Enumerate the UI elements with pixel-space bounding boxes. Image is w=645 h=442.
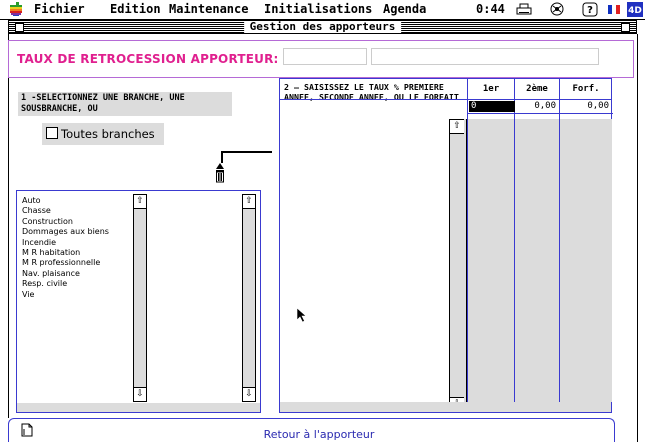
list-item[interactable]: Chasse [22,206,109,216]
menu-fichier[interactable]: Fichier [34,2,85,16]
row-separator [468,113,613,114]
zoom-box[interactable] [621,23,630,32]
all-branches-label: Toutes branches [61,127,155,141]
list-item[interactable]: Construction [22,217,109,227]
flag-fr-icon[interactable] [606,2,622,17]
branch-instruction: 1 -SELECTIONNEZ UNE BRANCHE, UNE SOUSBRA… [18,92,232,116]
header-separator [280,99,611,100]
column-header-2eme: 2ème [526,84,548,94]
all-branches-checkbox[interactable]: Toutes branches [42,123,164,145]
close-box[interactable] [15,23,24,32]
subbranch-list-scrollbar[interactable]: ⇧ ⇩ [242,194,256,402]
svg-text:?: ? [587,5,593,16]
window-title: Gestion des apporteurs [243,21,402,33]
rate-2eme-column[interactable] [515,119,559,402]
scroll-up-arrow-icon[interactable]: ⇧ [450,119,464,134]
list-item[interactable]: Auto [22,196,109,206]
rate-list[interactable] [282,119,465,412]
4d-app-icon[interactable]: 4D [627,2,643,17]
window-title-bar[interactable]: Gestion des apporteurs [8,20,637,34]
list-item[interactable]: Dommages aux biens [22,227,109,237]
menu-bar: Fichier Edition Maintenance Initialisati… [0,0,645,20]
apple-menu-icon[interactable] [8,1,24,17]
svg-text:4D: 4D [628,6,642,16]
bottom-bar: Retour à l'apporteur [8,418,615,442]
help-icon[interactable]: ? [582,2,598,17]
scroll-up-arrow-icon[interactable]: ⇧ [243,194,255,209]
mouse-cursor-icon [296,307,307,323]
return-to-apporteur-button[interactable]: Retour à l'apporteur [239,428,399,441]
printer-icon[interactable] [516,2,532,17]
menu-maintenance[interactable]: Maintenance [169,2,248,16]
list-item[interactable]: Nav. plaisance [22,269,109,279]
checkbox-icon[interactable] [46,127,58,139]
rate-header: TAUX DE RETROCESSION APPORTEUR: [8,40,634,78]
rate-2eme-input[interactable]: 0,00 [516,101,558,112]
rate-1er-input[interactable]: 0 [469,101,515,112]
apporteur-name-field[interactable] [371,48,599,65]
rate-forf-input[interactable]: 0,00 [561,101,611,112]
list-item[interactable]: Vie [22,290,109,300]
list-item[interactable]: M R professionnelle [22,258,109,268]
branches-panel: Auto Chasse Construction Dommages aux bi… [16,190,261,413]
window-right-border [637,34,645,442]
page-curl-icon[interactable] [21,423,33,437]
scroll-down-arrow-icon[interactable]: ⇩ [243,387,255,402]
network-icon[interactable] [549,2,565,17]
column-header-1er: 1er [482,84,500,94]
list-item[interactable]: Resp. civile [22,279,109,289]
list-item[interactable]: Incendie [22,238,109,248]
rate-forf-column[interactable] [560,119,612,402]
branch-list[interactable]: Auto Chasse Construction Dommages aux bi… [20,194,147,402]
connector-line [222,151,272,153]
apporteur-code-field[interactable] [283,48,367,65]
menu-agenda[interactable]: Agenda [383,2,426,16]
rate-1er-column[interactable] [468,119,514,402]
trash-icon[interactable] [213,163,227,183]
menu-edition[interactable]: Edition [110,2,161,16]
rates-footer [280,402,611,412]
rate-list-scrollbar[interactable]: ⇧ ⇩ [449,119,467,412]
rates-panel: 2 – SAISISSEZ LE TAUX % PREMIERE ANNEE, … [279,78,613,413]
menu-initialisations[interactable]: Initialisations [264,2,372,16]
connector-line [221,151,223,163]
column-header-forf: Forf. [572,84,600,94]
list-item[interactable]: M R habitation [22,248,109,258]
scroll-down-arrow-icon[interactable]: ⇩ [134,387,146,402]
branches-footer [17,403,260,412]
branch-list-scrollbar[interactable]: ⇧ ⇩ [133,194,147,402]
rate-header-label: TAUX DE RETROCESSION APPORTEUR: [17,52,279,66]
scroll-up-arrow-icon[interactable]: ⇧ [134,194,146,209]
menubar-clock: 0:44 [476,2,505,16]
window-left-border [8,34,9,418]
